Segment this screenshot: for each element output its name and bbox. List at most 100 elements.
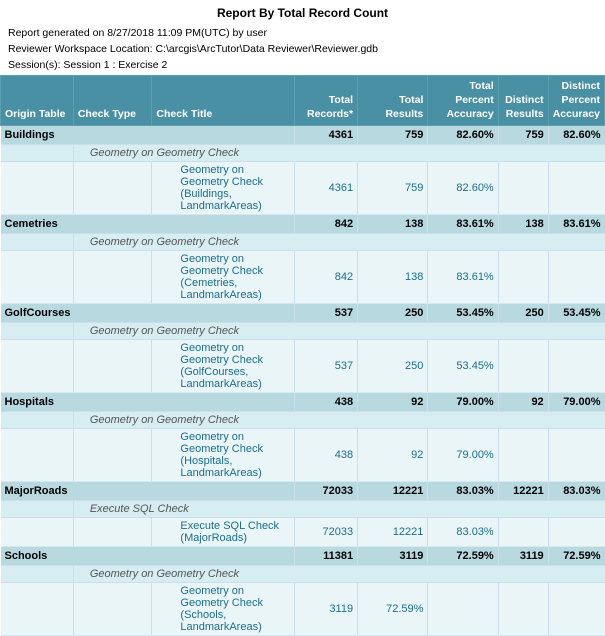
check-title-pct: 83.61% <box>428 251 498 304</box>
check-title-row: Geometry on Geometry Check (Hospitals, L… <box>1 429 605 482</box>
check-title-distinct <box>498 429 548 482</box>
report-title: Report By Total Record Count <box>0 0 605 24</box>
origin-total-results: 92 <box>358 393 428 412</box>
check-type-empty-origin <box>1 566 74 583</box>
check-title-records: 72033 <box>294 518 358 547</box>
check-title-row: Geometry on Geometry Check (GolfCourses,… <box>1 340 605 393</box>
origin-distinct-results: 12221 <box>498 482 548 501</box>
check-title-name: Geometry on Geometry Check (Cemetries, L… <box>152 251 294 304</box>
check-title-results: 138 <box>358 251 428 304</box>
check-title-name: Geometry on Geometry Check (Hospitals, L… <box>152 429 294 482</box>
check-title-results: 250 <box>358 340 428 393</box>
check-title-name: Geometry on Geometry Check (Buildings, L… <box>152 162 294 215</box>
check-title-empty-origin <box>1 251 74 304</box>
check-title-empty-type <box>73 583 152 636</box>
check-type-row: Geometry on Geometry Check <box>1 323 605 340</box>
origin-name: Cemetries <box>1 215 295 234</box>
origin-distinct-pct: 83.61% <box>548 215 604 234</box>
check-type-name: Execute SQL Check <box>73 501 604 518</box>
header-totalrecords: Total Records* <box>294 76 358 126</box>
check-title-empty-origin <box>1 162 74 215</box>
check-title-empty-origin <box>1 429 74 482</box>
check-title-pct: 53.45% <box>428 340 498 393</box>
check-title-row: Geometry on Geometry Check (Cemetries, L… <box>1 251 605 304</box>
origin-name: MajorRoads <box>1 482 295 501</box>
check-title-empty-origin <box>1 518 74 547</box>
check-title-name: Execute SQL Check (MajorRoads) <box>152 518 294 547</box>
check-title-records: 842 <box>294 251 358 304</box>
origin-row: Schools 11381 3119 72.59% 3119 72.59% <box>1 547 605 566</box>
check-title-distinct <box>498 162 548 215</box>
check-title-pct <box>428 583 498 636</box>
origin-pct-acc: 79.00% <box>428 393 498 412</box>
check-title-results: 72.59% <box>358 583 428 636</box>
origin-pct-acc: 83.03% <box>428 482 498 501</box>
origin-distinct-results: 759 <box>498 126 548 145</box>
check-title-records: 537 <box>294 340 358 393</box>
header-totalresults: Total Results <box>358 76 428 126</box>
check-title-pct: 82.60% <box>428 162 498 215</box>
check-title-distinct-pct <box>548 518 604 547</box>
origin-distinct-results: 92 <box>498 393 548 412</box>
check-title-results: 92 <box>358 429 428 482</box>
origin-distinct-results: 138 <box>498 215 548 234</box>
check-type-row: Geometry on Geometry Check <box>1 234 605 251</box>
check-title-distinct-pct <box>548 340 604 393</box>
check-title-distinct-pct <box>548 583 604 636</box>
header-distinctresults: Distinct Results <box>498 76 548 126</box>
check-type-empty-origin <box>1 234 74 251</box>
origin-name: Hospitals <box>1 393 295 412</box>
check-title-pct: 79.00% <box>428 429 498 482</box>
origin-name: GolfCourses <box>1 304 295 323</box>
check-title-empty-type <box>73 340 152 393</box>
origin-total-records: 537 <box>294 304 358 323</box>
origin-pct-acc: 53.45% <box>428 304 498 323</box>
check-type-row: Geometry on Geometry Check <box>1 566 605 583</box>
check-type-empty-origin <box>1 501 74 518</box>
check-title-distinct <box>498 340 548 393</box>
check-type-row: Execute SQL Check <box>1 501 605 518</box>
header-totalpctacc: Total Percent Accuracy <box>428 76 498 126</box>
origin-total-results: 12221 <box>358 482 428 501</box>
check-title-records: 4361 <box>294 162 358 215</box>
check-title-distinct-pct <box>548 162 604 215</box>
check-type-empty-origin <box>1 412 74 429</box>
origin-distinct-pct: 79.00% <box>548 393 604 412</box>
origin-total-results: 138 <box>358 215 428 234</box>
origin-name: Buildings <box>1 126 295 145</box>
header-origin: Origin Table <box>1 76 74 126</box>
check-title-pct: 83.03% <box>428 518 498 547</box>
origin-distinct-results: 250 <box>498 304 548 323</box>
check-title-distinct <box>498 518 548 547</box>
origin-total-results: 759 <box>358 126 428 145</box>
check-title-empty-type <box>73 162 152 215</box>
origin-row: Buildings 4361 759 82.60% 759 82.60% <box>1 126 605 145</box>
check-title-results: 759 <box>358 162 428 215</box>
check-type-name: Geometry on Geometry Check <box>73 234 604 251</box>
origin-total-records: 4361 <box>294 126 358 145</box>
check-title-empty-origin <box>1 583 74 636</box>
origin-name: Schools <box>1 547 295 566</box>
origin-distinct-results: 3119 <box>498 547 548 566</box>
check-type-name: Geometry on Geometry Check <box>73 145 604 162</box>
check-title-name: Geometry on Geometry Check (GolfCourses,… <box>152 340 294 393</box>
origin-total-records: 842 <box>294 215 358 234</box>
check-title-row: Geometry on Geometry Check (Schools, Lan… <box>1 583 605 636</box>
check-title-records: 3119 <box>294 583 358 636</box>
check-title-distinct-pct <box>548 251 604 304</box>
check-type-row: Geometry on Geometry Check <box>1 412 605 429</box>
check-title-distinct-pct <box>548 429 604 482</box>
meta-line2: Reviewer Workspace Location: C:\arcgis\A… <box>8 42 597 58</box>
origin-pct-acc: 82.60% <box>428 126 498 145</box>
origin-distinct-pct: 83.03% <box>548 482 604 501</box>
meta-line1: Report generated on 8/27/2018 11:09 PM(U… <box>8 26 597 42</box>
check-title-records: 438 <box>294 429 358 482</box>
origin-row: GolfCourses 537 250 53.45% 250 53.45% <box>1 304 605 323</box>
origin-total-results: 3119 <box>358 547 428 566</box>
origin-row: MajorRoads 72033 12221 83.03% 12221 83.0… <box>1 482 605 501</box>
origin-total-records: 11381 <box>294 547 358 566</box>
origin-distinct-pct: 53.45% <box>548 304 604 323</box>
header-distinctpctacc: Distinct Percent Accuracy <box>548 76 604 126</box>
check-type-name: Geometry on Geometry Check <box>73 323 604 340</box>
meta-line3: Session(s): Session 1 : Exercise 2 <box>8 58 597 74</box>
